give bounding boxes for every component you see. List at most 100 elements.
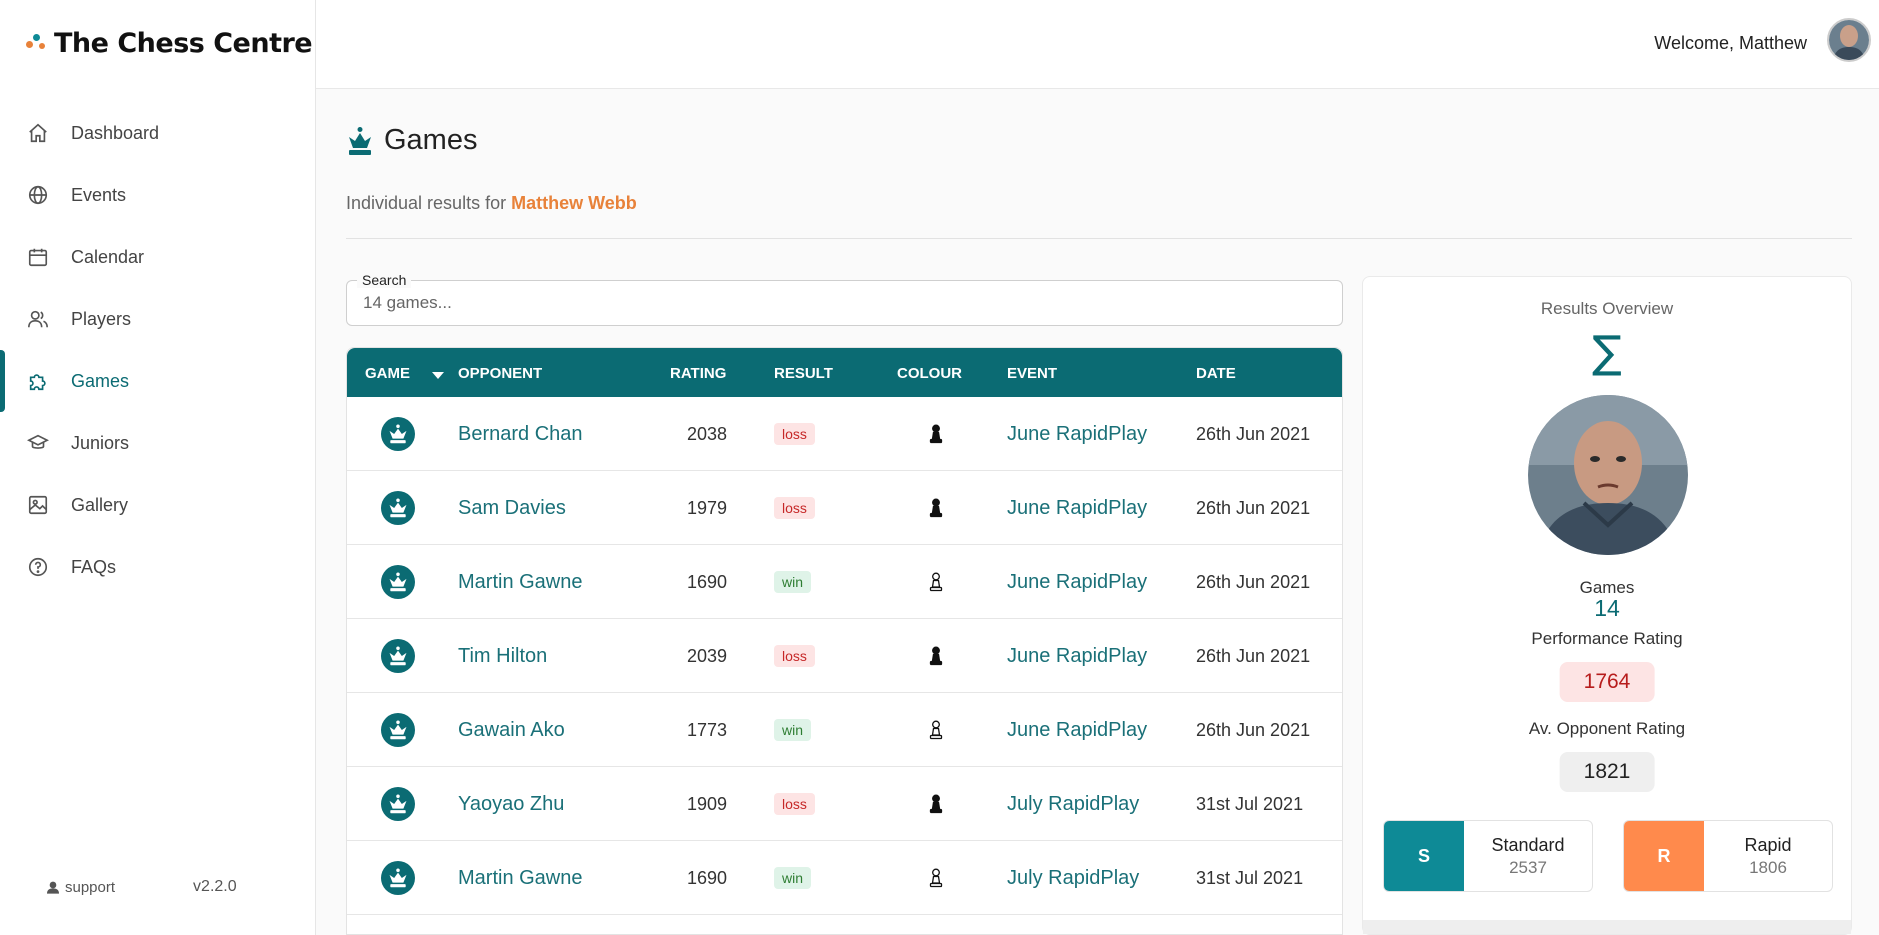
game-date: 31st Jul 2021	[1196, 867, 1304, 888]
table-row[interactable]: Yaoyao Zhu 1909 loss July RapidPlay 31st Jul…	[347, 767, 1342, 841]
sidebar-item-faqs[interactable]: FAQs	[0, 536, 316, 598]
app-version: v2.2.0	[193, 878, 237, 895]
rating-card-standard[interactable]: S Standard 2537	[1383, 820, 1593, 892]
rating-cell: 1690	[687, 841, 727, 915]
event-link[interactable]: July RapidPlay	[1007, 867, 1139, 890]
event-link[interactable]: July RapidPlay	[1007, 793, 1139, 816]
game-cell[interactable]	[381, 841, 415, 915]
result-badge: win	[774, 867, 812, 889]
opponent-link[interactable]: Martin Gawne	[458, 571, 583, 594]
game-cell[interactable]	[381, 693, 415, 767]
opponent-link[interactable]: Tim Hilton	[458, 645, 547, 668]
table-row[interactable]: Bernard Chan 2038 loss June RapidPlay 26th J…	[347, 397, 1342, 471]
rating-card-rapid[interactable]: R Rapid 1806	[1623, 820, 1833, 892]
rating-cell: 2038	[687, 397, 727, 471]
sidebar-item-dashboard[interactable]: Dashboard	[0, 102, 316, 164]
game-cell[interactable]	[381, 545, 415, 619]
column-header-game[interactable]: GAME	[365, 365, 444, 382]
sidebar-item-juniors[interactable]: Juniors	[0, 412, 316, 474]
black-pawn-icon	[929, 424, 943, 444]
view-game-icon[interactable]	[381, 491, 415, 525]
opponent-link[interactable]: Yaoyao Zhu	[458, 793, 564, 816]
column-header-rating[interactable]: RATING	[670, 365, 726, 382]
table-row[interactable]: Tim Hilton 2039 loss June RapidPlay 26th Jun…	[347, 619, 1342, 693]
search-field: Search	[346, 272, 1343, 326]
column-header-opponent[interactable]: OPPONENT	[458, 365, 542, 382]
sidebar-item-label: Gallery	[71, 494, 129, 515]
opponent-rating: 1979	[687, 497, 728, 518]
game-date: 26th Jun 2021	[1196, 571, 1311, 592]
queen-icon	[349, 126, 371, 155]
view-game-icon[interactable]	[381, 861, 415, 895]
opponent-link[interactable]: Bernard Chan	[458, 423, 583, 446]
event-link[interactable]: June RapidPlay	[1007, 497, 1147, 520]
game-cell[interactable]	[381, 767, 415, 841]
divider	[346, 238, 1852, 239]
opponent-cell: Martin Gawne	[458, 545, 583, 619]
colour-cell	[929, 471, 943, 545]
column-header-date[interactable]: DATE	[1196, 365, 1236, 382]
player-photo	[1528, 395, 1688, 555]
column-header-event[interactable]: EVENT	[1007, 365, 1057, 382]
table-header: GAME OPPONENT RATING RESULT COLOUR EVENT…	[347, 348, 1342, 397]
page-title: Games	[384, 124, 478, 156]
date-cell: 26th Jun 2021	[1196, 619, 1310, 693]
player-name-link[interactable]: Matthew Webb	[511, 193, 637, 213]
rating-info: Standard 2537	[1464, 821, 1592, 891]
event-link[interactable]: June RapidPlay	[1007, 423, 1147, 446]
date-cell: 26th Jun 2021	[1196, 693, 1310, 767]
game-cell[interactable]	[381, 619, 415, 693]
view-game-icon[interactable]	[381, 787, 415, 821]
sidebar-item-players[interactable]: Players	[0, 288, 316, 350]
result-badge: win	[774, 719, 812, 741]
white-pawn-icon	[929, 572, 943, 592]
support-icon	[47, 881, 59, 894]
page-subtitle: Individual results for Matthew Webb	[346, 193, 637, 214]
game-cell[interactable]	[381, 397, 415, 471]
rating-value: 2537	[1509, 857, 1547, 877]
sidebar-item-calendar[interactable]: Calendar	[0, 226, 316, 288]
sidebar-item-label: Dashboard	[71, 122, 160, 143]
game-cell[interactable]	[381, 471, 415, 545]
table-body: Bernard Chan 2038 loss June RapidPlay 26th J…	[347, 397, 1342, 915]
support-link[interactable]: support	[45, 879, 115, 896]
column-header-colour[interactable]: COLOUR	[897, 365, 962, 382]
sidebar-item-games[interactable]: Games	[0, 350, 316, 412]
rating-tag: S	[1384, 821, 1464, 891]
avatar[interactable]	[1827, 18, 1871, 62]
event-link[interactable]: June RapidPlay	[1007, 645, 1147, 668]
sidebar-item-gallery[interactable]: Gallery	[0, 474, 316, 536]
page-heading: Games	[346, 124, 477, 157]
event-link[interactable]: June RapidPlay	[1007, 719, 1147, 742]
sidebar-item-events[interactable]: Events	[0, 164, 316, 226]
view-game-icon[interactable]	[381, 565, 415, 599]
table-row[interactable]: Sam Davies 1979 loss June RapidPlay 26th Jun…	[347, 471, 1342, 545]
table-row[interactable]: Gawain Ako 1773 win June RapidPlay 26th Jun …	[347, 693, 1342, 767]
sidebar-footer: support v2.2.0	[45, 878, 237, 896]
view-game-icon[interactable]	[381, 713, 415, 747]
result-badge: loss	[774, 423, 815, 445]
view-game-icon[interactable]	[381, 639, 415, 673]
event-cell: June RapidPlay	[1007, 693, 1147, 767]
view-game-icon[interactable]	[381, 417, 415, 451]
table-row[interactable]: Martin Gawne 1690 win July RapidPlay 31st Ju…	[347, 841, 1342, 915]
opponent-cell: Yaoyao Zhu	[458, 767, 564, 841]
sidebar-item-label: Juniors	[71, 432, 130, 453]
brand[interactable]: The Chess Centre	[26, 28, 313, 59]
search-input[interactable]	[363, 293, 1263, 313]
event-cell: June RapidPlay	[1007, 619, 1147, 693]
opponent-link[interactable]: Sam Davies	[458, 497, 566, 520]
opponent-rating: 1690	[687, 571, 728, 592]
opponent-cell: Martin Gawne	[458, 841, 583, 915]
performance-label: Performance Rating	[1531, 629, 1683, 648]
column-header-result[interactable]: RESULT	[774, 365, 833, 382]
game-date: 31st Jul 2021	[1196, 793, 1304, 814]
card-footer-strip	[1363, 920, 1851, 934]
table-row[interactable]: Martin Gawne 1690 win June RapidPlay 26th Ju…	[347, 545, 1342, 619]
opponent-link[interactable]: Gawain Ako	[458, 719, 565, 742]
opponent-link[interactable]: Martin Gawne	[458, 867, 583, 890]
event-link[interactable]: June RapidPlay	[1007, 571, 1147, 594]
opponent-rating: 2039	[687, 645, 728, 666]
result-cell: win	[774, 545, 812, 619]
results-overview-card: Results Overview ∑ Games 14 Performance …	[1362, 276, 1852, 935]
